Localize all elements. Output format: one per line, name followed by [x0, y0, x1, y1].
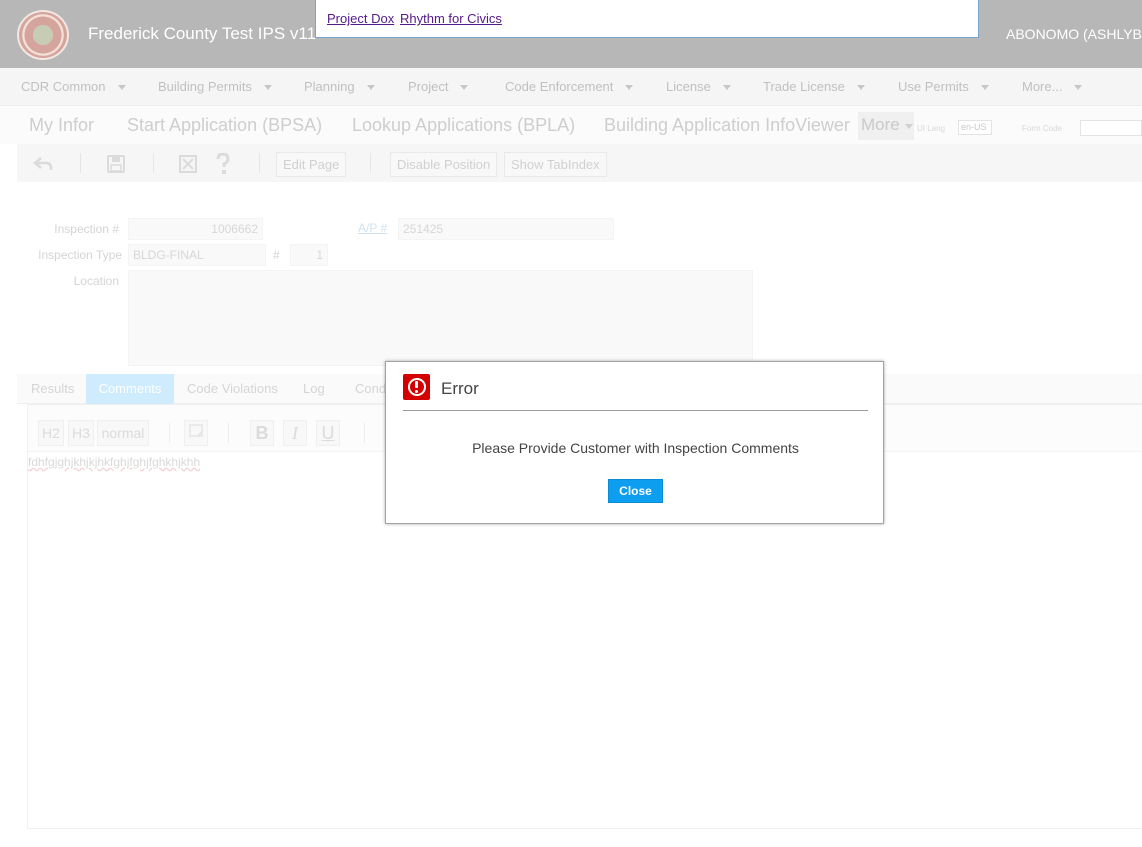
error-alert-icon — [403, 374, 430, 400]
dialog-title: Error — [441, 379, 479, 398]
project-dox-link[interactable]: Project Dox — [327, 11, 394, 26]
error-dialog: Error Please Provide Customer with Inspe… — [385, 361, 884, 524]
external-links-popup: Project Dox Rhythm for Civics — [315, 0, 979, 38]
dialog-divider — [403, 410, 868, 411]
rhythm-for-civics-link[interactable]: Rhythm for Civics — [400, 11, 502, 26]
dialog-message: Please Provide Customer with Inspection … — [472, 440, 799, 456]
close-button[interactable]: Close — [608, 479, 663, 503]
